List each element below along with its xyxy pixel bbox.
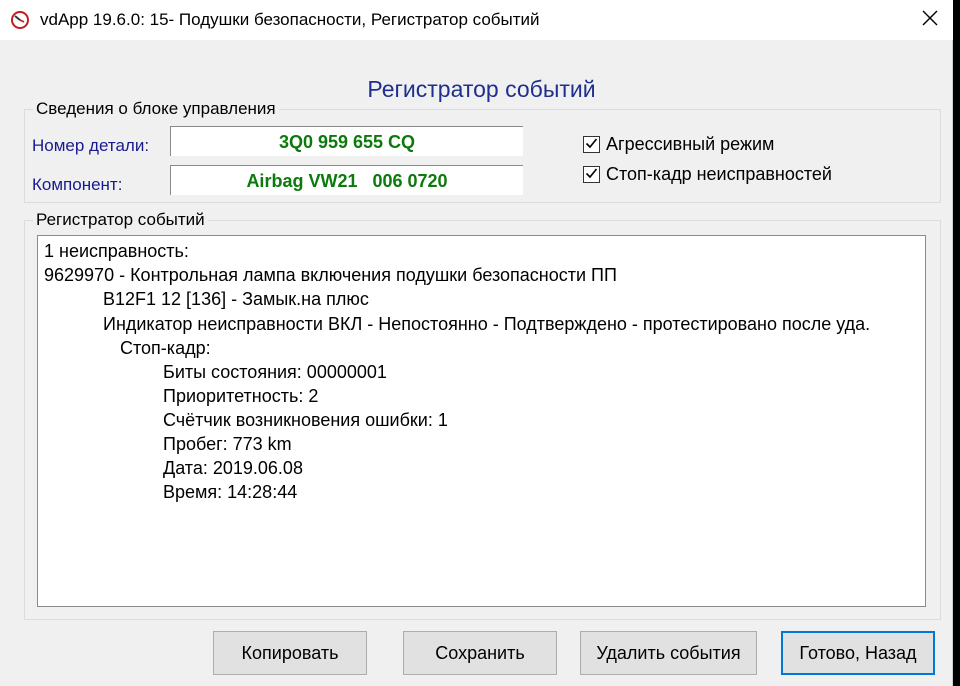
- log-line: Стоп-кадр:: [120, 338, 211, 358]
- log-line: B12F1 12 [136] - Замык.на плюс: [103, 289, 369, 309]
- part-number-label: Номер детали:: [32, 136, 150, 155]
- log-line: 1 неисправность:: [44, 241, 189, 261]
- log-line: Индикатор неисправности ВКЛ - Непостоянн…: [103, 314, 871, 334]
- log-line: Дата: 2019.06.08: [163, 458, 303, 478]
- component-label: Компонент:: [32, 175, 123, 194]
- aggressive-mode-checkbox[interactable]: Агрессивный режим: [583, 134, 774, 155]
- freeze-frame-label: Стоп-кадр неисправностей: [606, 164, 832, 184]
- log-line: 9629970 - Контрольная лампа включения по…: [44, 265, 617, 285]
- app-logo-icon: [10, 10, 30, 30]
- control-unit-group-label: Сведения о блоке управления: [33, 99, 279, 119]
- done-back-button[interactable]: Готово, Назад: [781, 631, 935, 675]
- checkmark-icon: [585, 164, 598, 185]
- log-line: Биты состояния: 00000001: [163, 362, 387, 382]
- event-log-textbox[interactable]: 1 неисправность: 9629970 - Контрольная л…: [37, 235, 926, 607]
- component-field[interactable]: Airbag VW21 006 0720: [170, 165, 523, 195]
- save-button[interactable]: Сохранить: [403, 631, 557, 675]
- freeze-frame-checkbox[interactable]: Стоп-кадр неисправностей: [583, 164, 832, 185]
- log-line: Приоритетность: 2: [163, 386, 319, 406]
- log-line: Пробег: 773 km: [163, 434, 292, 454]
- part-number-field[interactable]: 3Q0 959 655 CQ: [170, 126, 523, 156]
- close-button[interactable]: [907, 0, 953, 40]
- copy-button[interactable]: Копировать: [213, 631, 367, 675]
- title-bar: vdApp 19.6.0: 15- Подушки безопасности, …: [0, 0, 953, 40]
- log-line: Время: 14:28:44: [163, 482, 298, 502]
- close-icon: [922, 10, 938, 31]
- checkmark-icon: [585, 134, 598, 155]
- app-window: vdApp 19.6.0: 15- Подушки безопасности, …: [0, 0, 953, 686]
- checkbox-box: [583, 166, 600, 183]
- checkbox-box: [583, 136, 600, 153]
- aggressive-mode-label: Агрессивный режим: [606, 134, 775, 154]
- log-line: Счётчик возникновения ошибки: 1: [163, 410, 448, 430]
- event-log-group-label: Регистратор событий: [33, 210, 208, 230]
- window-title: vdApp 19.6.0: 15- Подушки безопасности, …: [40, 10, 540, 29]
- delete-events-button[interactable]: Удалить события: [580, 631, 757, 675]
